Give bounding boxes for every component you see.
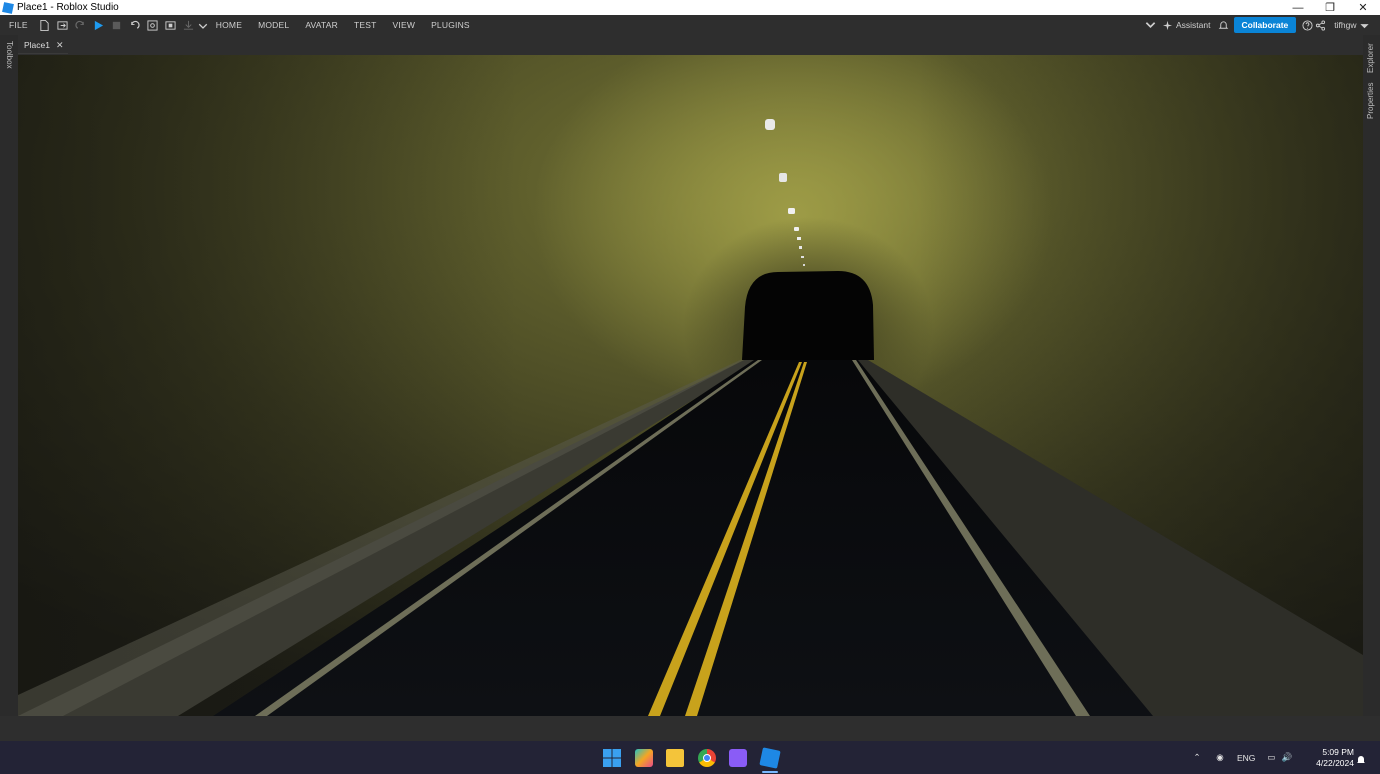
copilot-icon[interactable] (635, 749, 653, 767)
file-explorer-icon[interactable] (666, 749, 684, 767)
system-tray: ⌃ ◉ ENG ▭ 🔊 (1190, 741, 1292, 774)
record-icon[interactable] (162, 16, 180, 34)
tab-place1-label: Place1 (24, 40, 50, 50)
open-file-icon[interactable] (54, 16, 72, 34)
start-icon[interactable] (603, 749, 621, 767)
explorer-panel-tab[interactable]: Explorer (1366, 43, 1375, 73)
close-tab-icon[interactable]: ✕ (56, 40, 64, 51)
right-panel-rail: Explorer Properties (1363, 35, 1380, 741)
clock[interactable]: 5:09 PM 4/22/2024 (1308, 747, 1354, 769)
notifications-icon[interactable] (1217, 16, 1231, 34)
minimize-button[interactable]: — (1281, 0, 1315, 15)
clock-time: 5:09 PM (1322, 747, 1354, 757)
toolbox-panel-tab[interactable]: Toolbox (5, 41, 14, 69)
help-icon[interactable] (1300, 16, 1314, 34)
tab-avatar[interactable]: AVATAR (297, 20, 346, 30)
collaborate-button[interactable]: Collaborate (1233, 17, 1297, 33)
roblox-studio-icon[interactable] (759, 747, 781, 769)
tab-home[interactable]: HOME (208, 20, 250, 30)
chrome-icon[interactable] (698, 749, 716, 767)
stop-icon[interactable] (108, 16, 126, 34)
roblox-studio-window: Place1 - Roblox Studio — ❐ ✕ FILE HOME M… (0, 0, 1380, 774)
user-dropdown-icon[interactable] (1358, 16, 1370, 34)
user-account-label[interactable]: tifhgw (1334, 20, 1356, 30)
play-icon[interactable] (90, 16, 108, 34)
publish-icon[interactable] (180, 16, 198, 34)
tab-place1[interactable]: Place1 ✕ (18, 37, 68, 54)
discord-icon[interactable]: ◉ (1210, 752, 1230, 763)
restore-button[interactable]: ❐ (1313, 0, 1347, 15)
tab-test[interactable]: TEST (346, 20, 385, 30)
assistant-sparkle-icon[interactable] (1160, 16, 1174, 34)
file-menu[interactable]: FILE (0, 20, 36, 30)
redo-icon[interactable] (72, 16, 90, 34)
menu-bar: FILE HOME MODEL AVATAR TEST VIEW PLUGINS… (0, 15, 1380, 35)
roblox-studio-logo-icon (2, 1, 14, 14)
assistant-button[interactable]: Assistant (1176, 20, 1211, 30)
new-file-icon[interactable] (36, 16, 54, 34)
show-hidden-icons-icon[interactable]: ⌃ (1190, 752, 1204, 763)
close-window-button[interactable]: ✕ (1346, 0, 1380, 15)
visual-studio-icon[interactable] (729, 749, 747, 767)
ribbon-collapse-icon[interactable] (1144, 16, 1156, 34)
active-app-indicator (762, 771, 778, 773)
share-icon[interactable] (1314, 16, 1326, 34)
document-tab-strip: Place1 ✕ (18, 37, 1363, 54)
screenshot-icon[interactable] (144, 16, 162, 34)
clock-date: 4/22/2024 (1316, 758, 1354, 768)
quick-access-dropdown-icon[interactable] (198, 16, 208, 34)
tab-model[interactable]: MODEL (250, 20, 297, 30)
window-title: Place1 - Roblox Studio (17, 2, 119, 13)
windows-taskbar: ⌃ ◉ ENG ▭ 🔊 5:09 PM 4/22/2024 (0, 741, 1380, 774)
language-indicator[interactable]: ENG (1237, 753, 1255, 763)
tunnel-scene (18, 55, 1363, 716)
3d-viewport[interactable] (18, 55, 1363, 716)
title-bar: Place1 - Roblox Studio — ❐ ✕ (0, 0, 1380, 15)
status-area (0, 716, 1380, 741)
tunnel-exit (742, 271, 874, 360)
properties-panel-tab[interactable]: Properties (1366, 83, 1375, 119)
left-panel-rail: Toolbox (0, 35, 18, 741)
tab-plugins[interactable]: PLUGINS (423, 20, 478, 30)
volume-icon[interactable]: 🔊 (1281, 752, 1292, 763)
undo-icon[interactable] (126, 16, 144, 34)
tab-view[interactable]: VIEW (385, 20, 424, 30)
notification-bell-icon[interactable] (1356, 752, 1366, 763)
network-icon[interactable]: ▭ (1267, 752, 1275, 763)
